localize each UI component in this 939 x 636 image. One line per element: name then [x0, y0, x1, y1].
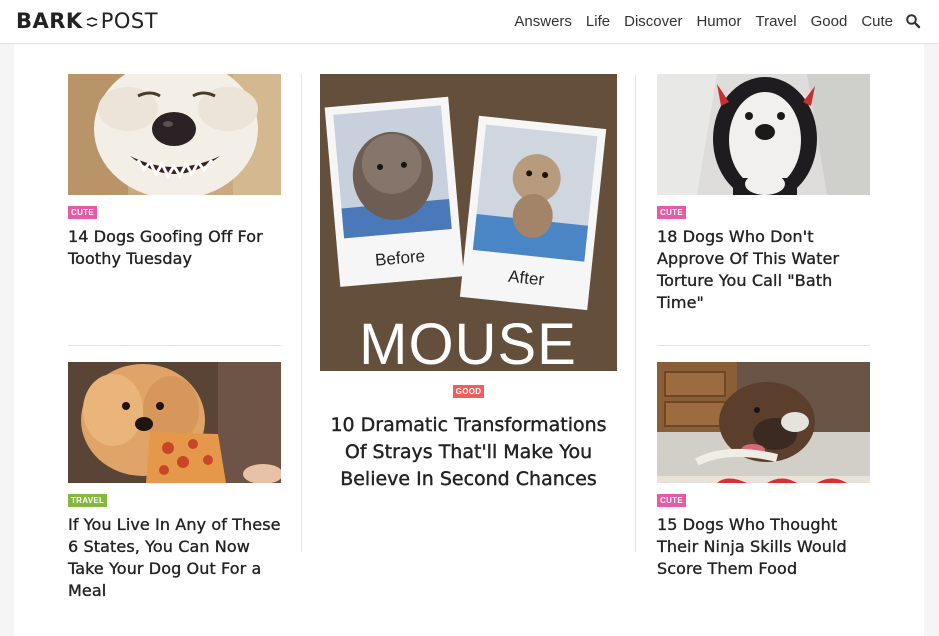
row-divider-left	[68, 345, 281, 346]
nav-life[interactable]: Life	[586, 13, 610, 30]
category-badge[interactable]: CUTE	[68, 206, 97, 219]
article-title[interactable]: 14 Dogs Goofing Off For Toothy Tuesday	[68, 226, 281, 270]
nav-discover[interactable]: Discover	[624, 13, 682, 30]
ninja-dog-food-thumbnail[interactable]	[657, 362, 870, 483]
article-title[interactable]: 15 Dogs Who Thought Their Ninja Skills W…	[657, 514, 870, 580]
wet-dog-bath-thumbnail[interactable]	[657, 74, 870, 195]
logo-leash-icon	[86, 17, 98, 27]
nav-good[interactable]: Good	[811, 13, 848, 30]
smiling-dog-thumbnail[interactable]	[68, 74, 281, 195]
article-title[interactable]: If You Live In Any of These 6 States, Yo…	[68, 514, 281, 602]
dog-name-caption: MOUSE	[359, 312, 577, 371]
category-badge[interactable]: CUTE	[657, 206, 686, 219]
column-divider-left	[301, 74, 302, 552]
article-card-ninja-dogs[interactable]: CUTE 15 Dogs Who Thought Their Ninja Ski…	[657, 362, 870, 580]
nav-travel[interactable]: Travel	[755, 13, 796, 30]
after-caption: After	[507, 267, 545, 290]
category-badge[interactable]: CUTE	[657, 494, 686, 507]
nav-answers[interactable]: Answers	[514, 13, 572, 30]
row-divider-right	[657, 345, 870, 346]
badge-wrapper: GOOD	[320, 381, 617, 399]
article-title[interactable]: 18 Dogs Who Don't Approve Of This Water …	[657, 226, 870, 314]
logo-bark-text: BARK	[16, 9, 83, 33]
article-card-bath-time[interactable]: CUTE 18 Dogs Who Don't Approve Of This W…	[657, 74, 870, 314]
featured-article[interactable]: Before After MOUSE GOOD 10 Dramatic Tran…	[320, 74, 617, 493]
article-card-toothy-tuesday[interactable]: CUTE 14 Dogs Goofing Off For Toothy Tues…	[68, 74, 281, 270]
nav-humor[interactable]: Humor	[696, 13, 741, 30]
article-card-dog-meal-states[interactable]: TRAVEL If You Live In Any of These 6 Sta…	[68, 362, 281, 602]
dog-eating-pizza-thumbnail[interactable]	[68, 362, 281, 483]
logo-post-text: POST	[100, 9, 159, 33]
barkpost-logo[interactable]: BARK POST	[16, 8, 158, 34]
search-icon[interactable]	[905, 13, 921, 29]
site-header: BARK POST Answers Life Discover Humor Tr…	[0, 0, 939, 44]
feature-article-title[interactable]: 10 Dramatic Transformations Of Strays Th…	[320, 412, 617, 493]
before-after-feature-image[interactable]: Before After MOUSE	[320, 74, 617, 371]
column-divider-right	[635, 74, 636, 552]
nav-cute[interactable]: Cute	[861, 13, 893, 30]
category-badge[interactable]: TRAVEL	[68, 494, 108, 507]
category-badge[interactable]: GOOD	[452, 385, 485, 398]
main-nav: Answers Life Discover Humor Travel Good …	[514, 0, 893, 43]
